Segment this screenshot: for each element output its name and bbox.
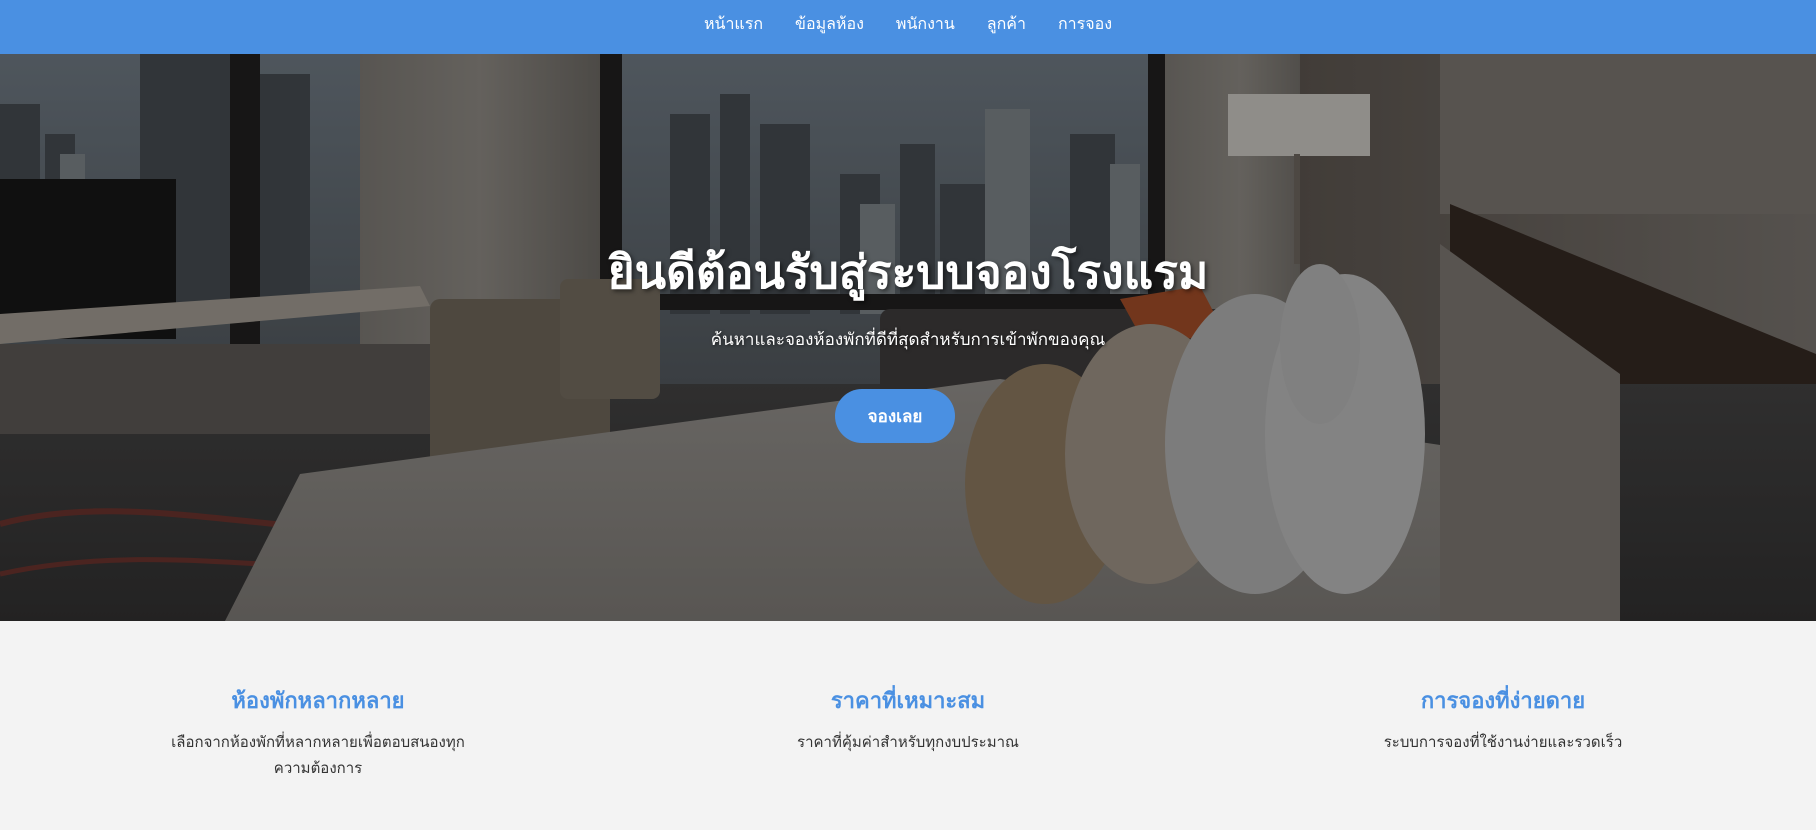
- features-section: ห้องพักหลากหลาย เลือกจากห้องพักที่หลากหล…: [0, 621, 1816, 830]
- feature-title: ห้องพักหลากหลาย: [231, 689, 405, 714]
- nav-item-staff[interactable]: พนักงาน: [896, 14, 955, 34]
- nav-item-home[interactable]: หน้าแรก: [704, 14, 763, 34]
- feature-description: เลือกจากห้องพักที่หลากหลายเพื่อตอบสนองทุ…: [171, 733, 465, 777]
- feature-card-easy-booking: การจองที่ง่ายดาย ระบบการจองที่ใช้งานง่าย…: [1293, 687, 1713, 755]
- feature-title: การจองที่ง่ายดาย: [1420, 689, 1586, 714]
- hero-subtitle: ค้นหาและจองห้องพักที่ดีที่สุดสำหรับการเข…: [710, 330, 1106, 350]
- nav-item-customers[interactable]: ลูกค้า: [987, 14, 1026, 34]
- nav-item-bookings[interactable]: การจอง: [1058, 14, 1112, 34]
- feature-card-room-variety: ห้องพักหลากหลาย เลือกจากห้องพักที่หลากหล…: [108, 687, 528, 781]
- feature-title: ราคาที่เหมาะสม: [830, 689, 986, 714]
- feature-card-pricing: ราคาที่เหมาะสม ราคาที่คุ้มค่าสำหรับทุกงบ…: [698, 687, 1118, 755]
- hero-content: ยินดีต้อนรับสู่ระบบจองโรงแรม ค้นหาและจอง…: [0, 54, 1816, 621]
- book-now-button[interactable]: จองเลย: [835, 389, 955, 443]
- nav-item-room-info[interactable]: ข้อมูลห้อง: [795, 14, 864, 34]
- main-nav: หน้าแรก ข้อมูลห้อง พนักงาน ลูกค้า การจอง: [704, 14, 1112, 34]
- feature-description: ระบบการจองที่ใช้งานง่ายและรวดเร็ว: [1383, 733, 1623, 751]
- hero-section: ยินดีต้อนรับสู่ระบบจองโรงแรม ค้นหาและจอง…: [0, 54, 1816, 621]
- feature-description: ราคาที่คุ้มค่าสำหรับทุกงบประมาณ: [797, 733, 1019, 751]
- top-nav-bar: หน้าแรก ข้อมูลห้อง พนักงาน ลูกค้า การจอง: [0, 0, 1816, 54]
- hero-title: ยินดีต้อนรับสู่ระบบจองโรงแรม: [607, 245, 1209, 299]
